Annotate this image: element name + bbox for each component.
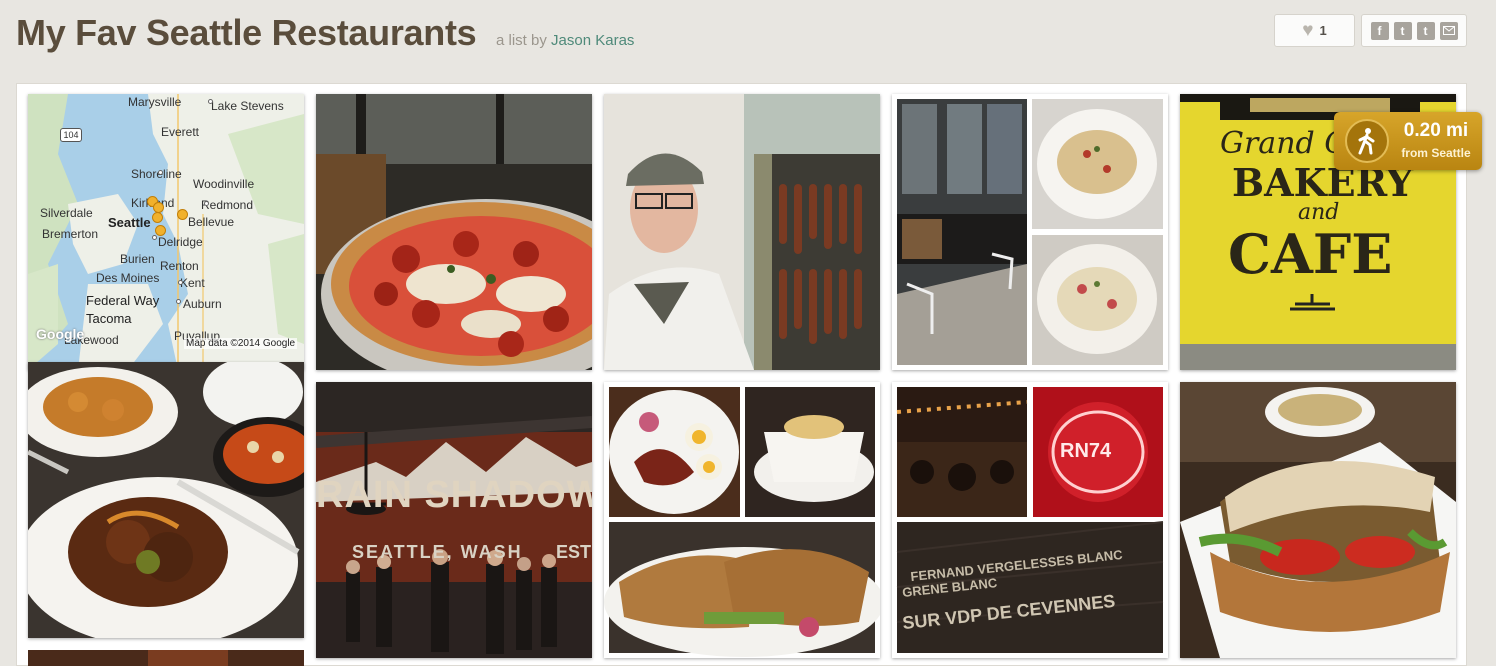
tumblr-icon[interactable]: t — [1416, 21, 1435, 40]
heart-icon: ♥ — [1302, 20, 1314, 41]
pizza-image — [316, 94, 592, 370]
map-dot — [204, 201, 209, 206]
email-icon[interactable] — [1439, 21, 1458, 40]
pizza-photo[interactable] — [316, 94, 592, 370]
like-count: 1 — [1319, 23, 1327, 38]
partial-photo[interactable] — [28, 650, 304, 666]
sandwich-image — [1180, 382, 1456, 658]
distance-origin: from Seattle — [1401, 146, 1471, 160]
wine-bar-collage[interactable]: RN74 FERNAND VERGELESSES BLANC GRENE BLA… — [892, 382, 1168, 658]
brunch-images — [604, 382, 880, 658]
sandwich-photo[interactable] — [1180, 382, 1456, 658]
chinese-food-photo[interactable] — [28, 362, 304, 638]
sign-line: CAFE — [1228, 222, 1393, 286]
share-buttons: f t t — [1361, 14, 1467, 47]
author-link[interactable]: Jason Karas — [551, 32, 634, 49]
page-title: My Fav Seattle Restaurants — [16, 12, 477, 53]
map-label: Everett — [161, 125, 200, 139]
map-label: Woodinville — [193, 177, 255, 191]
map-label: Lake Stevens — [211, 99, 284, 113]
byline: a list by Jason Karas — [496, 32, 634, 49]
map-tile[interactable]: 104 Marysville Lake Stevens Everett Shor… — [28, 94, 304, 370]
mural-line: EST — [556, 542, 592, 562]
like-button[interactable]: ♥ 1 — [1274, 14, 1355, 47]
google-logo: Google — [36, 326, 85, 342]
mural-line: SEATTLE, WASH — [352, 542, 523, 562]
map-label: Silverdale — [40, 206, 93, 220]
map-label: Renton — [160, 259, 199, 273]
sign-line: Grand C — [1220, 126, 1348, 161]
map-label: Bellevue — [188, 215, 235, 229]
mural-line: RAIN SHADOW — [316, 474, 592, 516]
highway-104-shield: 104 — [60, 128, 82, 142]
chef-image — [604, 94, 880, 370]
map-label: Redmond — [201, 198, 254, 212]
map-marker[interactable] — [152, 212, 163, 223]
map-label: Burien — [120, 252, 155, 266]
neon-sign: RN74 — [1060, 440, 1112, 462]
map-label: Bremerton — [42, 227, 99, 241]
rain-shadow-mural-photo[interactable]: RAIN SHADOW SEATTLE, WASH EST — [316, 382, 592, 658]
twitter-icon[interactable]: t — [1393, 21, 1412, 40]
map-attribution: Map data ©2014 Google — [184, 338, 298, 349]
page-header: My Fav Seattle Restaurants a list by Jas… — [0, 0, 1496, 68]
tinello-collage[interactable] — [892, 94, 1168, 370]
map-dot — [178, 280, 183, 285]
map-dot — [158, 170, 163, 175]
distance-value: 0.20 mi — [1403, 120, 1469, 141]
chinese-food-image — [28, 362, 304, 638]
brunch-collage[interactable] — [604, 382, 880, 658]
map-label: Des Moines — [96, 271, 160, 285]
map-label: Seattle — [108, 215, 151, 230]
map-label: Marysville — [128, 95, 182, 109]
partial-image — [28, 650, 304, 666]
map-label: Tacoma — [86, 311, 132, 326]
map-dot — [176, 299, 181, 304]
distance-badge[interactable]: 0.20 mi from Seattle — [1334, 112, 1482, 170]
map-dot — [152, 235, 157, 240]
salumi-chef-photo[interactable] — [604, 94, 880, 370]
map-label: Federal Way — [86, 293, 160, 308]
map-label: Auburn — [183, 297, 222, 311]
map-marker[interactable] — [177, 209, 188, 220]
tinello-images — [892, 94, 1168, 370]
mural-image — [316, 382, 592, 658]
map-label: Kent — [180, 276, 205, 290]
byline-prefix: a list by — [496, 32, 547, 49]
map-dot — [208, 99, 213, 104]
map-marker[interactable] — [155, 225, 166, 236]
map-label: Shoreline — [131, 167, 182, 181]
map-label: Delridge — [158, 235, 203, 249]
walking-person-icon — [1345, 119, 1389, 163]
facebook-icon[interactable]: f — [1370, 21, 1389, 40]
